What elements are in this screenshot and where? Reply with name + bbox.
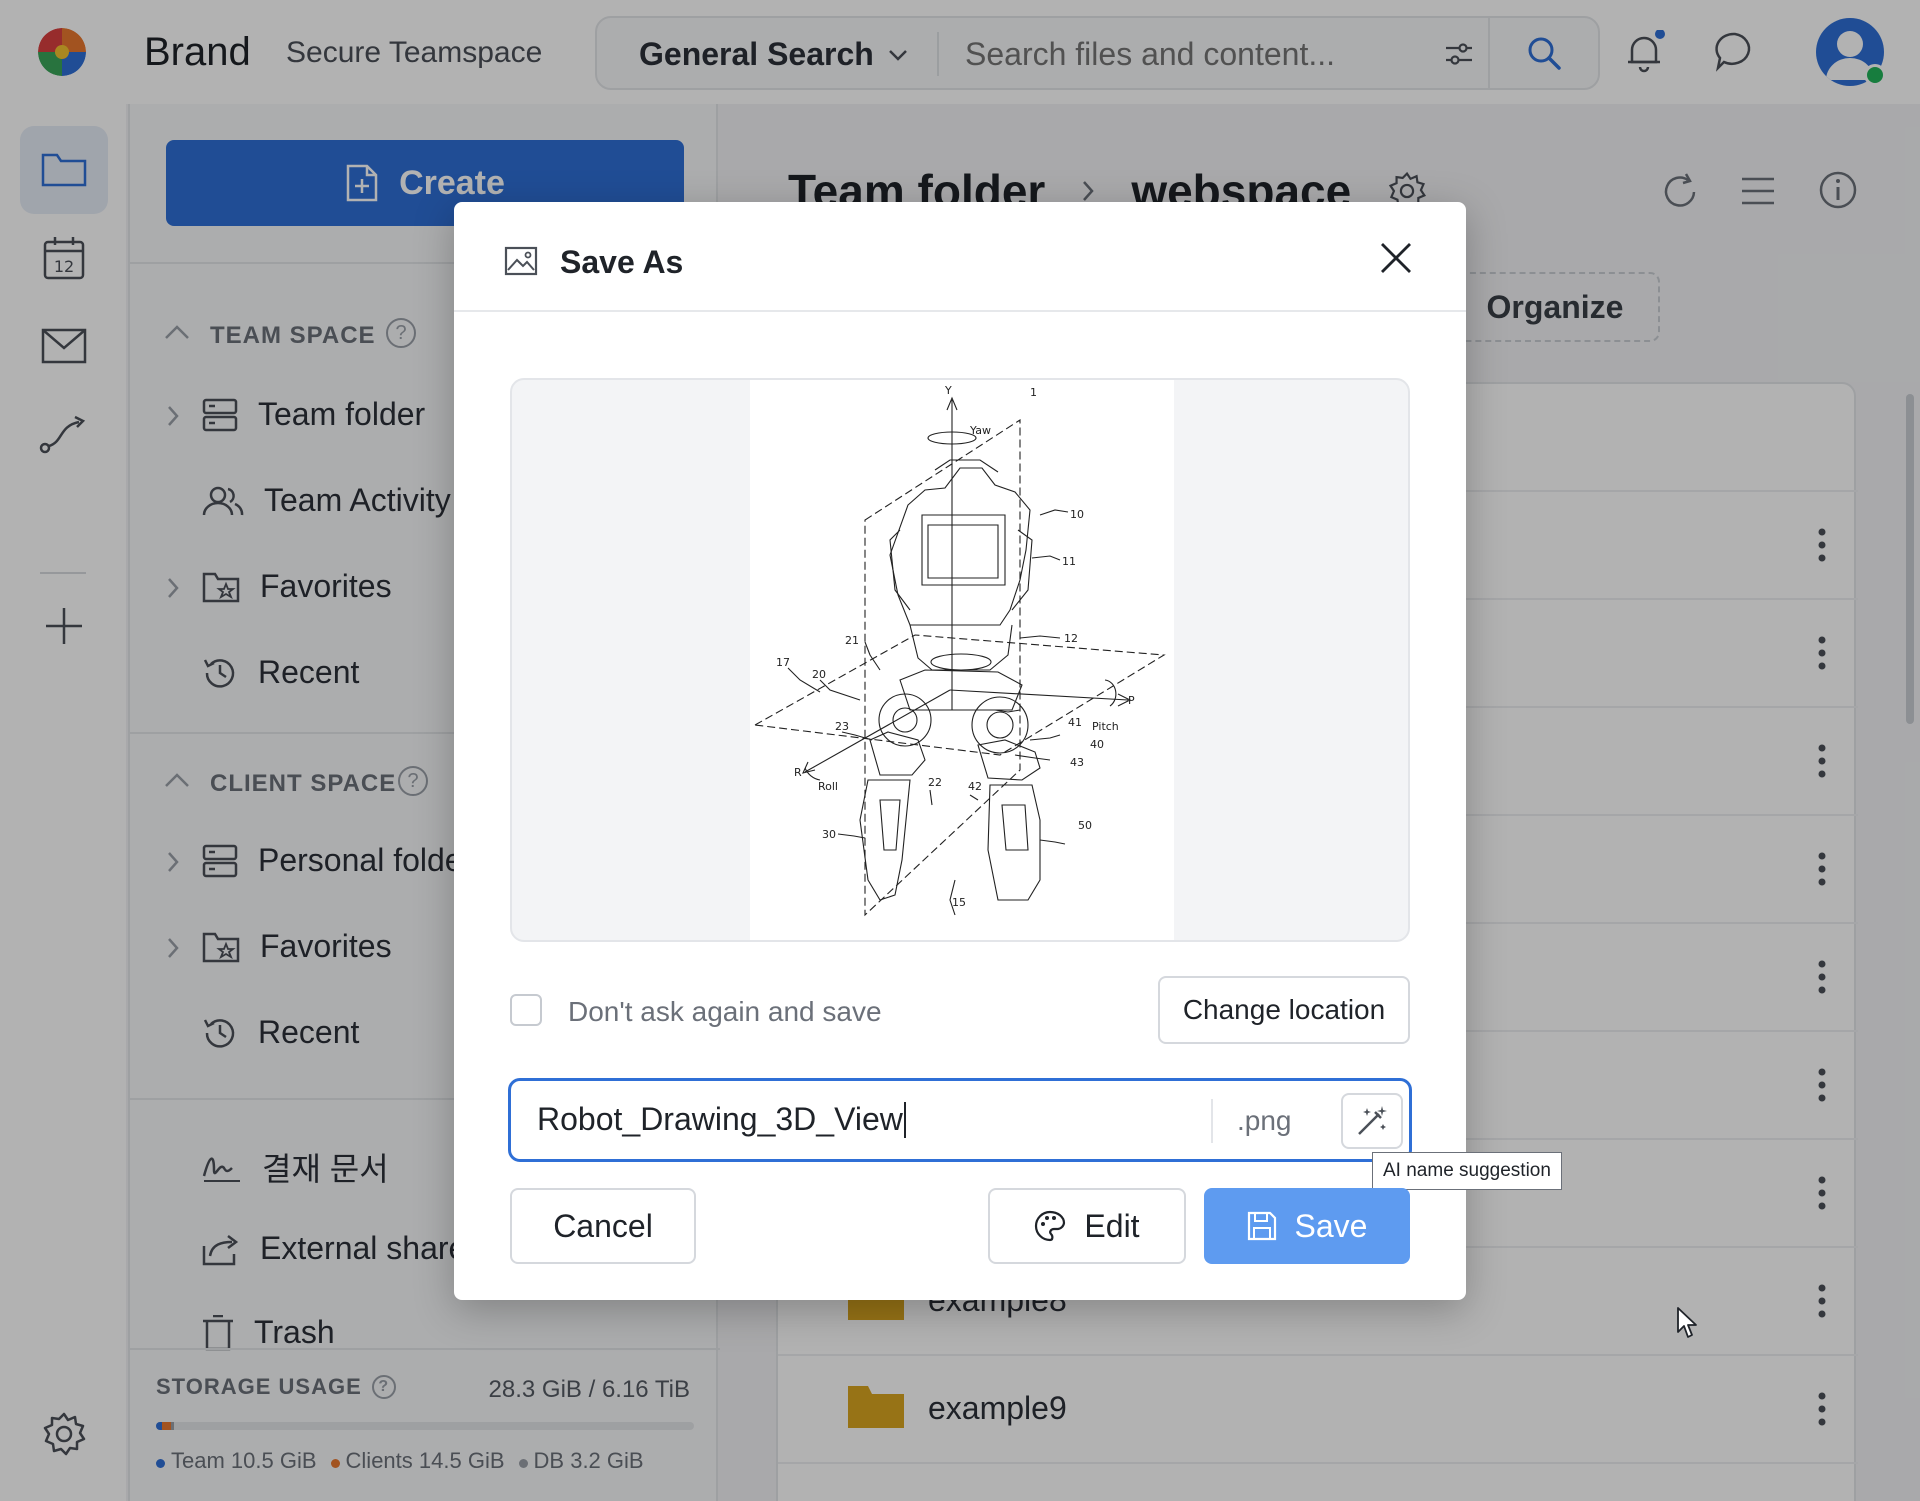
drawing-label: 1 xyxy=(1030,386,1037,399)
drawing-label: 22 xyxy=(928,776,942,789)
dialog-title: Save As xyxy=(560,244,684,280)
drawing-label: 11 xyxy=(1062,555,1076,568)
drawing-label: R xyxy=(794,766,802,779)
mouse-cursor-icon xyxy=(1677,1307,1697,1338)
drawing-label: 42 xyxy=(968,780,982,793)
ai-name-suggestion-button[interactable] xyxy=(1341,1093,1403,1149)
preview-canvas: Y 1 Yaw 10 11 12 21 17 20 23 P 41 Pitch … xyxy=(750,380,1174,940)
text-caret xyxy=(903,1101,906,1138)
drawing-label: 15 xyxy=(952,896,966,909)
drawing-label: 17 xyxy=(776,656,790,669)
extension-divider xyxy=(1211,1099,1213,1143)
drawing-label: Roll xyxy=(818,780,838,793)
drawing-label: 43 xyxy=(1070,756,1084,769)
change-location-button[interactable]: Change location xyxy=(1158,976,1410,1044)
drawing-label: 50 xyxy=(1078,819,1092,832)
drawing-label: 23 xyxy=(835,720,849,733)
magic-wand-icon xyxy=(1358,1106,1387,1135)
drawing-label: Pitch xyxy=(1092,720,1119,733)
cancel-button[interactable]: Cancel xyxy=(510,1188,696,1264)
edit-button-label: Edit xyxy=(1084,1207,1140,1244)
dialog-header: Save As xyxy=(454,202,1466,312)
filename-field[interactable]: Robot_Drawing_3D_View .png xyxy=(508,1078,1412,1162)
floppy-disk-icon xyxy=(1247,1211,1276,1241)
save-button-label: Save xyxy=(1294,1207,1368,1244)
edit-button[interactable]: Edit xyxy=(988,1188,1186,1264)
dont-ask-label: Don't ask again and save xyxy=(568,996,882,1027)
drawing-label: 12 xyxy=(1064,632,1078,645)
close-icon[interactable] xyxy=(1376,238,1416,278)
filename-value: Robot_Drawing_3D_View xyxy=(537,1101,903,1137)
image-preview: Y 1 Yaw 10 11 12 21 17 20 23 P 41 Pitch … xyxy=(510,378,1410,942)
drawing-label: 30 xyxy=(822,828,836,841)
filename-input[interactable]: Robot_Drawing_3D_View xyxy=(537,1101,906,1138)
ai-suggestion-tooltip: AI name suggestion xyxy=(1372,1152,1562,1190)
save-button[interactable]: Save xyxy=(1204,1188,1410,1264)
drawing-label: 41 xyxy=(1068,716,1082,729)
drawing-label: 21 xyxy=(845,634,859,647)
drawing-label: Y xyxy=(944,384,952,397)
file-extension: .png xyxy=(1237,1105,1292,1136)
drawing-label: P xyxy=(1128,694,1135,707)
drawing-label: Yaw xyxy=(969,424,991,437)
dont-ask-checkbox[interactable] xyxy=(510,994,542,1026)
image-icon xyxy=(504,246,538,276)
palette-icon xyxy=(1035,1210,1066,1242)
drawing-label: 10 xyxy=(1070,508,1084,521)
drawing-label: 20 xyxy=(812,668,826,681)
save-as-dialog: Save As Y 1 Yaw 10 11 12 21 17 20 23 P 4… xyxy=(454,202,1562,1300)
robot-drawing-image: Y 1 Yaw 10 11 12 21 17 20 23 P 41 Pitch … xyxy=(753,384,1166,917)
drawing-label: 40 xyxy=(1090,738,1104,751)
